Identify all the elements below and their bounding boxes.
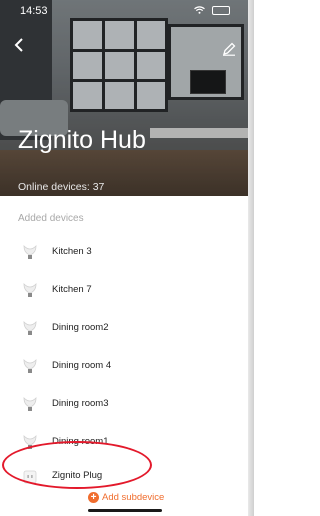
add-subdevice-label: Add subdevice: [102, 492, 165, 504]
hero-header: 14:53 Zignito Hub Online devices: 37: [0, 0, 248, 196]
device-name: Kitchen 3: [52, 246, 92, 257]
battery-icon: [212, 5, 230, 15]
pencil-icon: [223, 42, 236, 56]
bulb-icon: [23, 321, 37, 335]
status-icons: [194, 5, 230, 16]
hero-overlay: [0, 0, 248, 196]
section-label: Added devices: [18, 213, 84, 224]
add-subdevice-button[interactable]: + Add subdevice: [88, 492, 164, 503]
hub-title: Zignito Hub: [18, 126, 146, 154]
bulb-icon: [23, 283, 37, 297]
edit-button[interactable]: [222, 42, 236, 56]
status-time: 14:53: [20, 5, 48, 17]
device-row-kitchen-3[interactable]: Kitchen 3: [0, 234, 248, 270]
back-button[interactable]: [14, 38, 30, 54]
device-name: Dining room2: [52, 322, 109, 333]
device-row-dining-room-4[interactable]: Dining room 4: [0, 348, 248, 384]
chevron-left-icon: [14, 38, 23, 52]
device-row-kitchen-7[interactable]: Kitchen 7: [0, 272, 248, 308]
home-indicator: [88, 509, 162, 512]
device-name: Dining room 4: [52, 360, 112, 371]
device-name: Dining room3: [52, 398, 109, 409]
plus-circle-icon: +: [88, 492, 99, 503]
online-devices-count: Online devices: 37: [18, 181, 105, 193]
device-row-dining-room3[interactable]: Dining room3: [0, 386, 248, 422]
wifi-icon: [194, 6, 206, 15]
device-row-dining-room2[interactable]: Dining room2: [0, 310, 248, 346]
device-frame-edge: [248, 0, 254, 516]
bulb-icon: [23, 359, 37, 373]
bulb-icon: [23, 397, 37, 411]
device-name: Kitchen 7: [52, 284, 92, 295]
highlight-annotation: [2, 441, 152, 489]
status-bar: 14:53: [0, 0, 248, 26]
bulb-icon: [23, 245, 37, 259]
